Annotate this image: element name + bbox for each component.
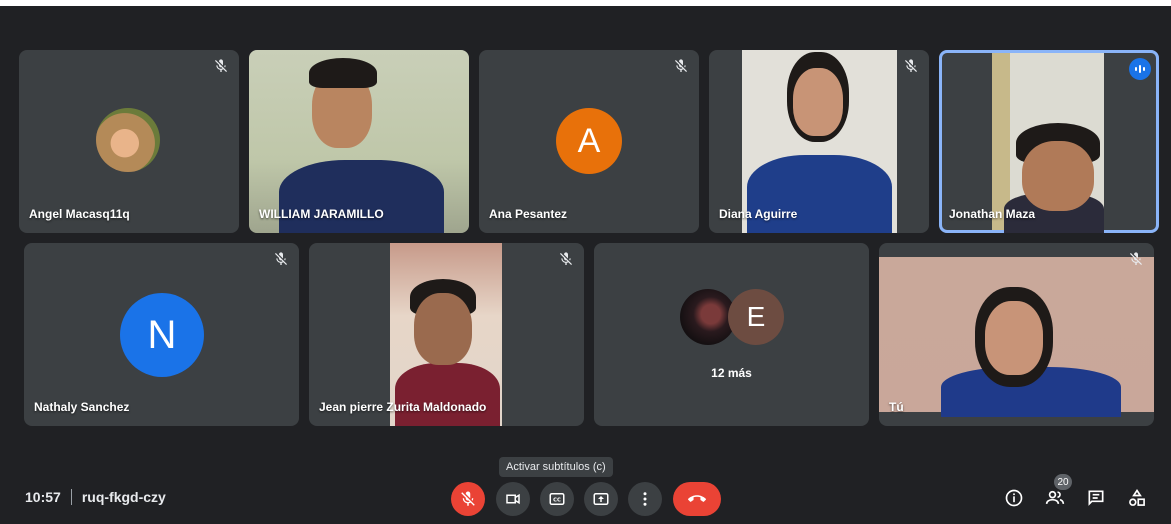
captions-icon: CC [549, 493, 565, 505]
mic-off-icon [560, 252, 572, 265]
mic-off-icon [675, 59, 687, 72]
video-feed [742, 50, 897, 233]
participant-tile[interactable]: Jean pierre Zurita Maldonado [309, 243, 584, 426]
mic-off-icon [215, 59, 227, 72]
chat-icon [1088, 490, 1104, 506]
participant-tile[interactable]: WILLIAM JARAMILLO [249, 50, 469, 233]
camera-toggle-button[interactable] [496, 482, 530, 516]
avatar-initial: E [728, 289, 784, 345]
top-edge [0, 0, 1171, 6]
participant-name: Tú [889, 400, 904, 414]
video-feed [879, 257, 1154, 417]
mic-off-icon [275, 252, 287, 265]
chat-button[interactable] [1085, 487, 1107, 509]
participant-tile[interactable]: Diana Aguirre [709, 50, 929, 233]
svg-text:CC: CC [553, 498, 561, 504]
captions-button[interactable]: CC [540, 482, 574, 516]
meeting-time: 10:57 [25, 489, 61, 505]
activities-button[interactable] [1126, 487, 1148, 509]
video-feed [390, 243, 502, 426]
microphone-toggle-button[interactable] [451, 482, 485, 516]
mic-off-icon [905, 59, 917, 72]
activities-icon [1129, 488, 1145, 506]
more-options-button[interactable] [628, 482, 662, 516]
info-icon [1005, 489, 1023, 507]
participant-name: WILLIAM JARAMILLO [259, 207, 384, 221]
participant-tile[interactable]: N Nathaly Sanchez [24, 243, 299, 426]
camera-icon [506, 493, 520, 505]
more-vertical-icon [643, 492, 647, 506]
people-icon [1045, 490, 1065, 504]
participant-name: Angel Macasq11q [29, 207, 130, 221]
people-button[interactable] [1044, 487, 1066, 509]
present-screen-icon [593, 493, 609, 505]
more-participants-label: 12 más [711, 366, 752, 380]
video-feed [992, 53, 1104, 233]
participant-name: Nathaly Sanchez [34, 400, 130, 414]
participant-name: Jonathan Maza [949, 207, 1036, 221]
captions-tooltip: Activar subtítulos (c) [499, 457, 613, 477]
divider [70, 489, 72, 505]
hang-up-icon [687, 495, 707, 502]
participant-count-badge: 20 [1054, 474, 1072, 490]
participant-tile[interactable]: A Ana Pesantez [479, 50, 699, 233]
meeting-info: 10:57 ruq-fkgd-czy [25, 489, 166, 505]
self-view-tile[interactable]: Tú [879, 243, 1154, 426]
participant-name: Jean pierre Zurita Maldonado [319, 400, 487, 414]
avatar-initial: N [120, 293, 204, 377]
meeting-code: ruq-fkgd-czy [81, 489, 166, 505]
participant-name: Diana Aguirre [719, 207, 798, 221]
participant-tile-active-speaker[interactable]: Jonathan Maza [939, 50, 1159, 233]
leave-call-button[interactable] [673, 482, 721, 516]
mic-off-icon [1130, 252, 1142, 265]
more-participants-tile[interactable]: E 12 más [594, 243, 869, 426]
avatar [96, 108, 160, 172]
present-screen-button[interactable] [584, 482, 618, 516]
participant-tile[interactable]: Angel Macasq11q [19, 50, 239, 233]
avatar-initial: A [556, 108, 622, 174]
microphone-off-icon [461, 491, 475, 506]
speaking-indicator-icon [1129, 58, 1151, 80]
participant-name: Ana Pesantez [489, 207, 568, 221]
meeting-details-button[interactable] [1003, 487, 1025, 509]
video-feed [249, 50, 469, 233]
